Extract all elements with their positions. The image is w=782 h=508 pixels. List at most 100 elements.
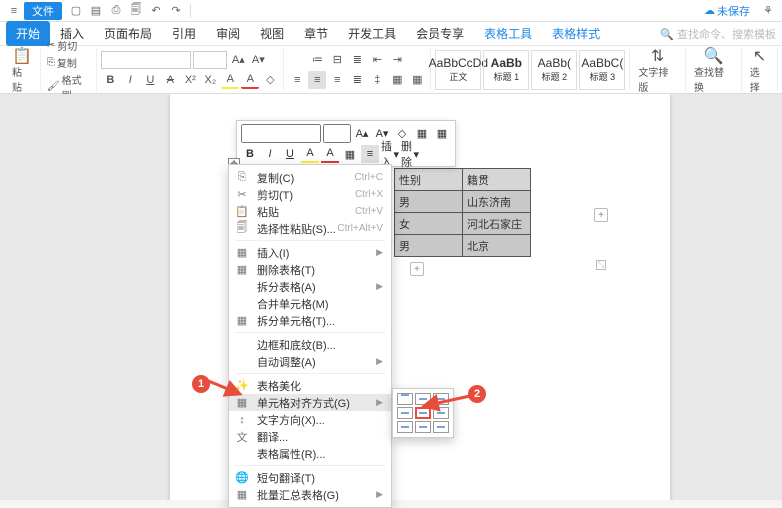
print-icon[interactable]: ⎙ [109, 4, 123, 18]
borders-button[interactable]: ▦ [408, 71, 426, 89]
ctx-split-cells[interactable]: ▦拆分单元格(T)... [229, 312, 391, 329]
ctx-paste-special[interactable]: 🗐选择性粘贴(S)...Ctrl+Alt+V [229, 220, 391, 237]
align-bottom-left[interactable] [397, 421, 413, 433]
menu-icon[interactable]: ≡ [7, 4, 21, 18]
data-table[interactable]: 性别 籍贯 男山东济南 女河北石家庄 男北京 [394, 168, 531, 257]
align-middle-right[interactable] [433, 407, 449, 419]
decrease-font-icon[interactable]: A▾ [249, 51, 267, 69]
select-button[interactable]: ↖选择 [746, 44, 773, 96]
decrease-indent-button[interactable]: ⇤ [368, 51, 386, 69]
redo-icon[interactable]: ↷ [169, 4, 183, 18]
align-justify-button[interactable]: ≣ [348, 71, 366, 89]
mini-bold[interactable]: B [241, 145, 259, 163]
clear-format-button[interactable]: ◇ [261, 71, 279, 89]
tab-tabletools[interactable]: 表格工具 [474, 21, 542, 46]
mini-delete-btn[interactable]: 删除▾ [401, 145, 419, 163]
tab-references[interactable]: 引用 [162, 21, 206, 46]
ctx-cell-alignment[interactable]: ▦单元格对齐方式(G)▶ [229, 394, 391, 411]
align-top-left[interactable] [397, 393, 413, 405]
italic-button[interactable]: I [121, 71, 139, 89]
mini-align[interactable]: ≡ [361, 145, 379, 163]
mini-grow-font-icon[interactable]: A▴ [353, 125, 371, 143]
table-resize-handle[interactable]: ⤡ [596, 260, 606, 270]
align-top-center[interactable] [415, 393, 431, 405]
mini-merge-icon[interactable]: ▦ [433, 125, 451, 143]
mini-highlight[interactable]: A [301, 145, 319, 163]
increase-indent-button[interactable]: ⇥ [388, 51, 406, 69]
align-middle-center[interactable] [415, 407, 431, 419]
strike-button[interactable]: A [161, 71, 179, 89]
style-h2[interactable]: AaBb(标题 2 [531, 50, 577, 90]
search-hint[interactable]: 🔍 查找命令、搜索模板 [660, 26, 776, 42]
align-bottom-center[interactable] [415, 421, 431, 433]
tab-review[interactable]: 审阅 [206, 21, 250, 46]
mini-insert-btn[interactable]: 插入▾ [381, 145, 399, 163]
ctx-merge-cells[interactable]: 合并单元格(M) [229, 295, 391, 312]
paste-button[interactable]: 📋粘贴 [8, 44, 36, 96]
add-row-button[interactable]: + [410, 262, 424, 276]
ctx-para-translate[interactable]: 🌐短句翻译(T) [229, 469, 391, 486]
ctx-paste[interactable]: 📋粘贴Ctrl+V [229, 203, 391, 220]
preview-icon[interactable]: 🗐 [129, 4, 143, 18]
ctx-translate[interactable]: 文翻译... [229, 428, 391, 445]
align-center-button[interactable]: ≡ [308, 71, 326, 89]
shading-button[interactable]: ▦ [388, 71, 406, 89]
numbering-button[interactable]: ⊟ [328, 51, 346, 69]
font-color-button[interactable]: A [241, 71, 259, 89]
style-gallery[interactable]: AaBbCcDd正文 AaBb标题 1 AaBb(标题 2 AaBbC(标题 3 [431, 48, 630, 91]
style-h3[interactable]: AaBbC(标题 3 [579, 50, 625, 90]
header-cell[interactable]: 籍贯 [463, 169, 531, 191]
ctx-insert[interactable]: ▦插入(I)▶ [229, 244, 391, 261]
undo-icon[interactable]: ↶ [149, 4, 163, 18]
tab-section[interactable]: 章节 [294, 21, 338, 46]
mini-insert-table-icon[interactable]: ▦ [413, 125, 431, 143]
ctx-cut[interactable]: ✂剪切(T)Ctrl+X [229, 186, 391, 203]
bold-button[interactable]: B [101, 71, 119, 89]
find-replace-button[interactable]: 🔍查找替换 [690, 44, 737, 96]
mini-font-size[interactable] [323, 124, 351, 143]
table-header-row[interactable]: 性别 籍贯 [395, 169, 531, 191]
increase-font-icon[interactable]: A▴ [229, 51, 247, 69]
text-layout-button[interactable]: ⇅文字排版 [634, 44, 681, 96]
mini-border[interactable]: ▦ [341, 145, 359, 163]
ctx-copy[interactable]: ⎘复制(C)Ctrl+C [229, 169, 391, 186]
ctx-batch-summary[interactable]: ▦批量汇总表格(G)▶ [229, 486, 391, 503]
bullets-button[interactable]: ≔ [308, 51, 326, 69]
align-right-button[interactable]: ≡ [328, 71, 346, 89]
add-column-button[interactable]: + [594, 208, 608, 222]
mini-font-color[interactable]: A [321, 145, 339, 163]
ctx-text-direction[interactable]: ↕文字方向(X)... [229, 411, 391, 428]
style-normal[interactable]: AaBbCcDd正文 [435, 50, 481, 90]
style-h1[interactable]: AaBb标题 1 [483, 50, 529, 90]
tab-view[interactable]: 视图 [250, 21, 294, 46]
table-row[interactable]: 女河北石家庄 [395, 213, 531, 235]
line-spacing-button[interactable]: ‡ [368, 71, 386, 89]
file-menu-button[interactable]: 文件 [24, 2, 62, 20]
mini-italic[interactable]: I [261, 145, 279, 163]
align-top-right[interactable] [433, 393, 449, 405]
font-name-input[interactable] [101, 51, 191, 69]
save-icon[interactable]: ▤ [89, 4, 103, 18]
tab-member[interactable]: 会员专享 [406, 21, 474, 46]
cut-button[interactable]: ✂剪切 [45, 37, 79, 54]
font-size-input[interactable] [193, 51, 227, 69]
ctx-border-shading[interactable]: 边框和底纹(B)... [229, 336, 391, 353]
ctx-split-table[interactable]: 拆分表格(A)▶ [229, 278, 391, 295]
ctx-table-props[interactable]: 表格属性(R)... [229, 445, 391, 462]
collab-icon[interactable]: ⚘ [761, 4, 775, 18]
underline-button[interactable]: U [141, 71, 159, 89]
superscript-button[interactable]: X² [181, 71, 199, 89]
ctx-autofit[interactable]: 自动调整(A)▶ [229, 353, 391, 370]
highlight-button[interactable]: A [221, 71, 239, 89]
table-row[interactable]: 男北京 [395, 235, 531, 257]
mini-underline[interactable]: U [281, 145, 299, 163]
new-icon[interactable]: ▢ [69, 4, 83, 18]
unsaved-indicator[interactable]: ☁未保存 [704, 3, 750, 19]
table-row[interactable]: 男山东济南 [395, 191, 531, 213]
ctx-delete-table[interactable]: ▦删除表格(T) [229, 261, 391, 278]
tab-pagelayout[interactable]: 页面布局 [94, 21, 162, 46]
align-middle-left[interactable] [397, 407, 413, 419]
tab-devtools[interactable]: 开发工具 [338, 21, 406, 46]
tab-home[interactable]: 开始 [6, 21, 50, 46]
header-cell[interactable]: 性别 [395, 169, 463, 191]
